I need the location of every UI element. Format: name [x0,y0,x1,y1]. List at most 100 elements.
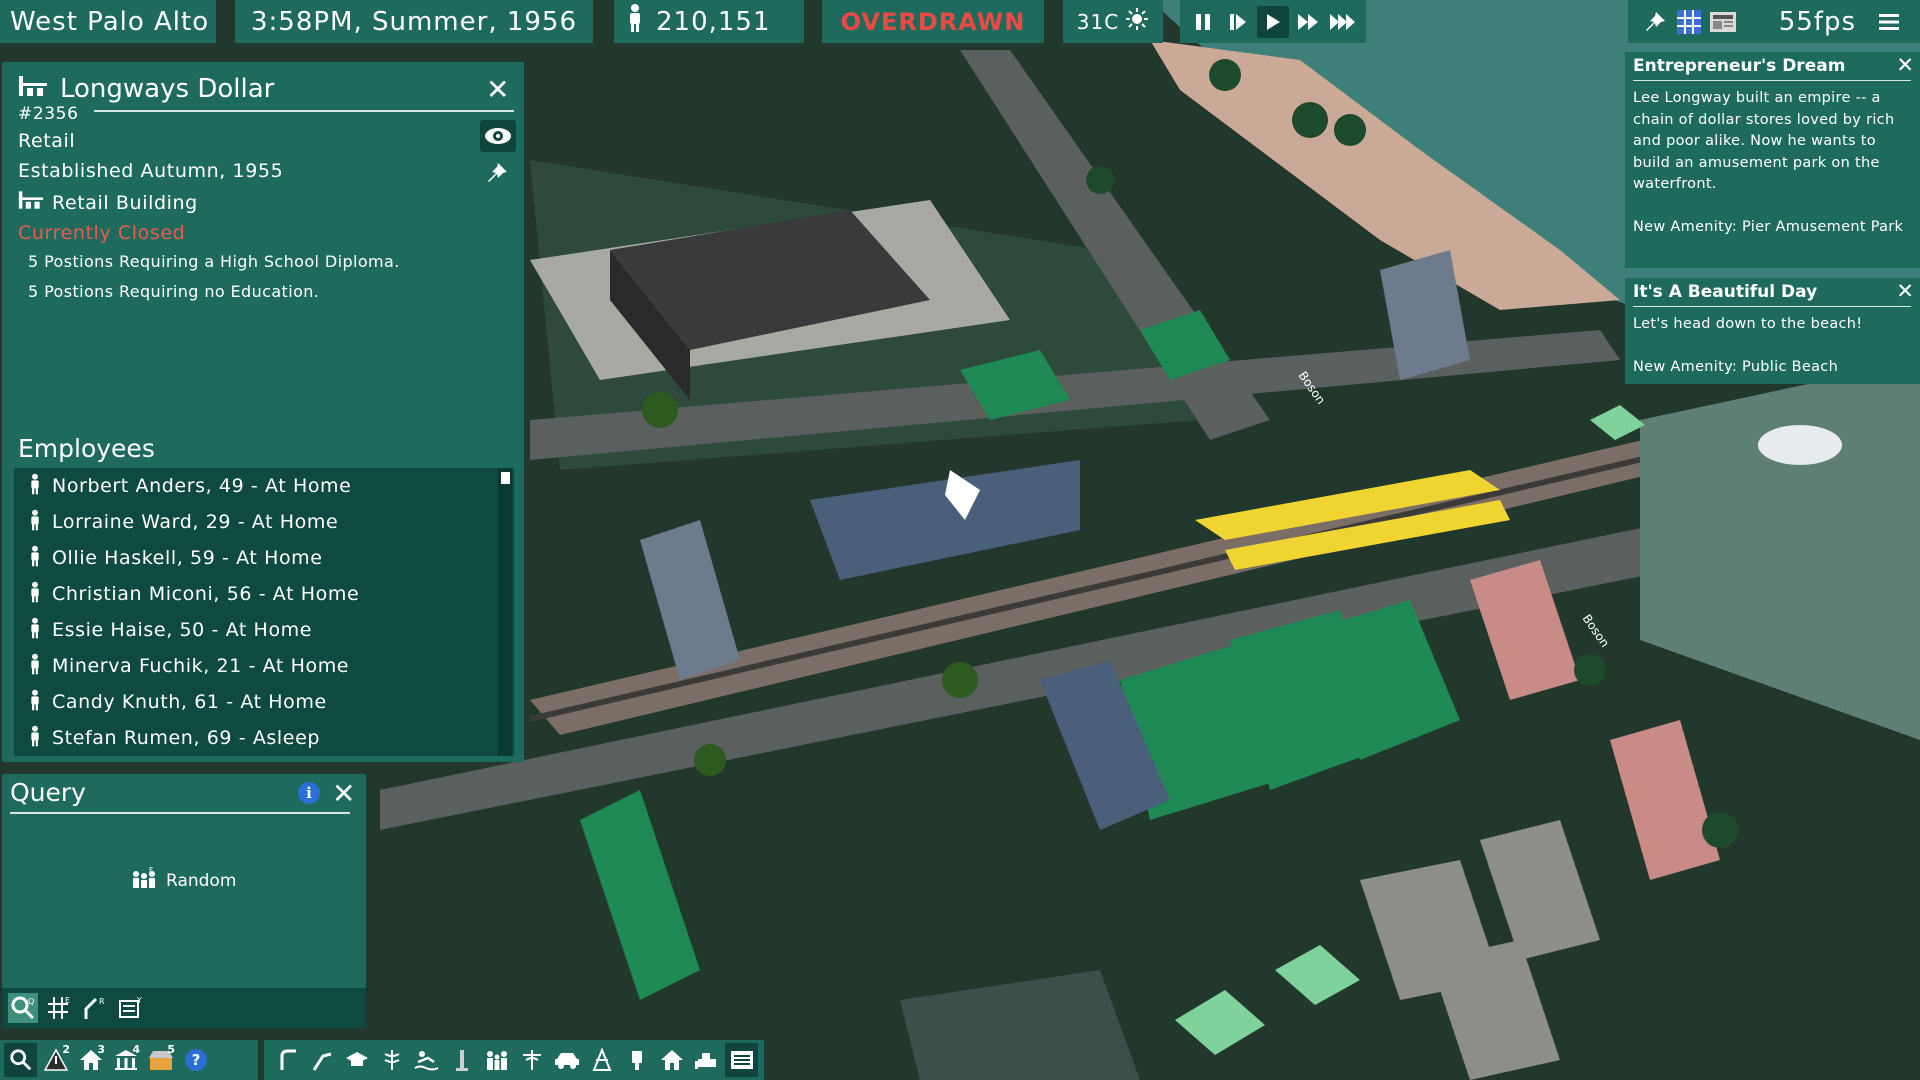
query-panel: Query i ✕ F Random Q E R Y [2,774,366,1028]
employee-row[interactable]: Norbert Anders, 49 - At Home [14,468,514,504]
employee-scrollbar[interactable] [498,468,512,756]
car-icon [554,1053,579,1069]
monument-tool-button[interactable] [445,1043,478,1077]
query-tool-button[interactable]: Q [8,993,38,1023]
newspaper-button[interactable] [1708,7,1738,37]
grid-button[interactable] [1674,7,1704,37]
help-icon: ? [184,1049,207,1071]
employee-list[interactable]: Norbert Anders, 49 - At Home Lorraine Wa… [14,468,514,756]
bulldoze-tool-button[interactable] [690,1043,723,1077]
medical-tool-button[interactable] [515,1043,548,1077]
close-panel-button[interactable]: ✕ [486,76,509,104]
sun-icon [1125,7,1149,36]
utility-tool-button[interactable] [620,1043,653,1077]
focus-view-button[interactable] [480,120,516,152]
road-tool-button[interactable] [270,1043,303,1077]
title-divider [94,110,514,112]
close-notification-button[interactable]: ✕ [1896,281,1914,302]
random-family-icon: F [130,866,158,895]
bottom-toolbar: 2 3 4 5 ? [0,1040,764,1080]
news-tool-button[interactable] [725,1043,758,1077]
notification-card[interactable]: It's A Beautiful Day ✕ Let's head down t… [1625,278,1920,384]
magnifier-icon: Q [11,996,34,1020]
notification-title: Entrepreneur's Dream [1633,56,1846,76]
zoning-tool-button[interactable] [655,1043,688,1077]
warning-tool-button[interactable]: 2 [39,1043,72,1077]
news-list-icon [730,1051,753,1069]
weather-display: 31C [1063,0,1163,43]
fastest-button[interactable] [1327,6,1359,38]
notification-text: Lee Longway built an empire -- a chain o… [1633,90,1895,192]
employee-label: Stefan Rumen, 69 - Asleep [52,727,321,749]
building-info-panel: Longways Dollar ✕ #2356 Retail Establish… [2,62,524,762]
query-tool-button[interactable] [4,1043,37,1077]
money-status[interactable]: OVERDRAWN [822,0,1044,43]
scrollbar-thumb[interactable] [501,472,510,484]
list-query-button[interactable]: Y [116,993,146,1023]
pause-button[interactable] [1187,6,1219,38]
notification-divider [1633,306,1911,307]
employee-row[interactable]: Minerva Fuchik, 21 - At Home [14,648,514,684]
person-icon [28,617,42,644]
residential-tool-button[interactable]: 3 [74,1043,107,1077]
tree [694,744,726,776]
eye-icon [485,128,511,144]
menu-button[interactable] [1874,7,1904,37]
person-icon [28,689,42,716]
employee-row[interactable]: Essie Haise, 50 - At Home [14,612,514,648]
random-query-button[interactable]: F Random [130,866,236,895]
fast-forward-button[interactable] [1292,6,1324,38]
step-button[interactable] [1222,6,1254,38]
power-tool-button[interactable] [585,1043,618,1077]
help-button[interactable]: ? [179,1043,212,1077]
notification-body: Let's head down to the beach! New Amenit… [1633,314,1913,378]
random-label: Random [166,870,237,891]
employee-label: Norbert Anders, 49 - At Home [52,475,352,497]
tree [1209,59,1241,91]
tree [1574,654,1606,686]
employee-label: Lorraine Ward, 29 - At Home [52,511,339,533]
grid-query-button[interactable]: E [44,993,74,1023]
rail-tool-button[interactable] [305,1043,338,1077]
vehicle-tool-button[interactable] [550,1043,583,1077]
close-notification-button[interactable]: ✕ [1896,55,1914,76]
employee-row[interactable]: Lorraine Ward, 29 - At Home [14,504,514,540]
employees-heading: Employees [18,434,155,463]
population-tool-button[interactable] [480,1043,513,1077]
building-tool-button[interactable]: 4 [109,1043,142,1077]
grid-query-icon: E [48,996,70,1019]
route-query-button[interactable]: R [80,993,110,1023]
pin-building-button[interactable] [486,162,508,188]
recreation-tool-button[interactable] [410,1043,443,1077]
fastest-icon [1329,13,1355,30]
employee-row[interactable]: Ollie Haskell, 59 - At Home [14,540,514,576]
title-divider [10,812,350,814]
notification-card[interactable]: Entrepreneur's Dream ✕ Lee Longway built… [1625,52,1920,268]
notification-amenity: New Amenity: Pier Amusement Park [1633,218,1904,235]
bottom-toolbar-right [264,1040,764,1080]
top-right-tools: 55fps [1628,0,1920,43]
pin-tool-button[interactable] [1640,7,1670,37]
grid-icon [1677,9,1701,34]
employee-row[interactable]: Stefan Rumen, 69 - Asleep [14,720,514,756]
svg-text:F: F [149,866,153,874]
medical-staff-icon [522,1050,541,1070]
retail-building-icon [18,74,48,104]
commercial-tool-button[interactable]: 5 [144,1043,177,1077]
query-tool-strip: Q E R Y [2,988,366,1028]
employee-label: Minerva Fuchik, 21 - At Home [52,655,350,677]
list-icon: Y [119,996,142,1018]
health-tool-button[interactable] [375,1043,408,1077]
employee-row[interactable]: Candy Knuth, 61 - At Home [14,684,514,720]
building-name: Longways Dollar [60,74,275,104]
monument-icon [455,1050,468,1071]
fps-counter: 55fps [1778,6,1856,37]
play-button[interactable] [1256,5,1289,38]
pushpin-icon [488,163,507,182]
hamburger-menu-icon [1879,13,1899,30]
close-query-button[interactable]: ✕ [332,780,355,808]
retail-building-icon [18,190,44,215]
employee-row[interactable]: Christian Miconi, 56 - At Home [14,576,514,612]
info-icon[interactable]: i [298,782,320,804]
education-tool-button[interactable] [340,1043,373,1077]
